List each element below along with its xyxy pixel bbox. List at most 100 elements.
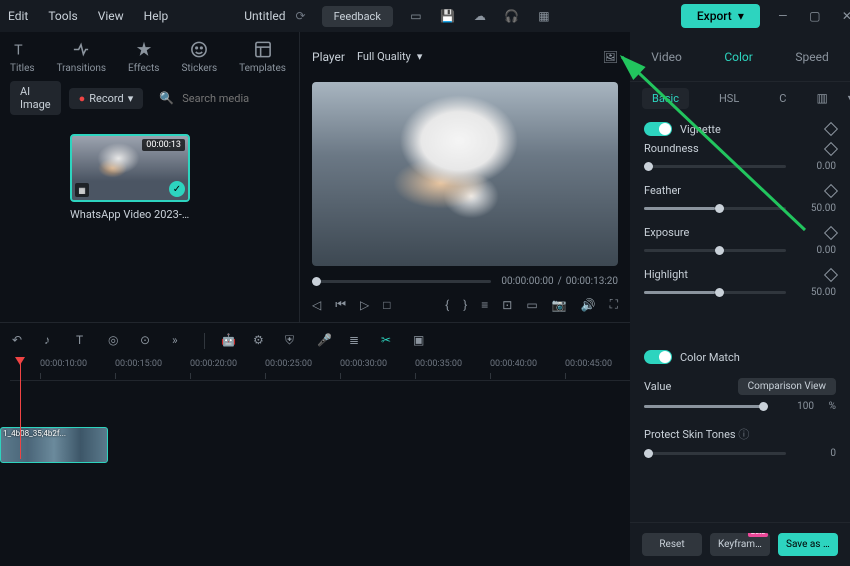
- roundness-value: 0.00: [796, 161, 836, 172]
- tab-templates[interactable]: Templates: [239, 40, 286, 74]
- ai-icon[interactable]: 🤖: [221, 333, 237, 349]
- text-icon[interactable]: T: [76, 333, 92, 349]
- check-icon: ✓: [169, 181, 185, 197]
- stop-icon[interactable]: □: [383, 298, 390, 312]
- comparison-view-button[interactable]: Comparison View: [738, 378, 836, 395]
- mic-icon[interactable]: 🎤: [317, 333, 333, 349]
- compare-icon[interactable]: ▥: [816, 91, 827, 105]
- keyframe-diamond[interactable]: [824, 183, 838, 197]
- quality-select[interactable]: Full Quality▾: [357, 50, 422, 63]
- grid-icon[interactable]: ▦: [535, 7, 553, 25]
- menu-edit[interactable]: Edit: [8, 9, 28, 23]
- feedback-button[interactable]: Feedback: [322, 6, 393, 27]
- record-button[interactable]: ●Record▾: [69, 88, 144, 109]
- tab-transitions[interactable]: Transitions: [57, 40, 106, 74]
- playhead[interactable]: [20, 359, 21, 459]
- track-icon[interactable]: ≣: [349, 333, 365, 349]
- protect-slider[interactable]: [644, 452, 786, 455]
- value-slider[interactable]: [644, 405, 764, 408]
- undo-icon[interactable]: ↶: [12, 333, 28, 349]
- media-item[interactable]: 00:00:13 ▦ ✓ WhatsApp Video 2023-10-05..…: [70, 134, 190, 221]
- minimize-icon[interactable]: —: [774, 7, 792, 25]
- export-button[interactable]: Export▾: [681, 4, 760, 28]
- ai-image-button[interactable]: AI Image: [10, 81, 61, 115]
- vignette-label: Vignette: [680, 123, 721, 136]
- step-back-icon[interactable]: ⏮: [335, 297, 346, 312]
- crop-icon[interactable]: ⊡: [502, 298, 512, 312]
- mark-out-icon[interactable]: }: [463, 298, 467, 312]
- media-type-icon: ▦: [75, 183, 89, 197]
- close-icon[interactable]: ✕: [838, 7, 850, 25]
- video-preview[interactable]: [312, 82, 618, 266]
- reset-button[interactable]: Reset: [642, 533, 702, 556]
- roundness-slider[interactable]: [644, 165, 786, 168]
- exposure-slider[interactable]: [644, 249, 786, 252]
- more-icon[interactable]: »: [172, 333, 188, 349]
- preview-panel: Player Full Quality▾ 🖼 00:00:00:00 / 00:…: [300, 32, 630, 322]
- adjust-icon[interactable]: ⚙: [253, 333, 269, 349]
- media-panel: TTitles Transitions Effects Stickers Tem…: [0, 32, 300, 322]
- keyframe-diamond[interactable]: [824, 225, 838, 239]
- timeline-clip[interactable]: 1_4b08_35;4b2f...: [0, 427, 108, 463]
- mark-in-icon[interactable]: {: [445, 298, 449, 312]
- search-icon: 🔍: [159, 91, 174, 105]
- group-icon[interactable]: ▣: [413, 333, 429, 349]
- current-time: 00:00:00:00: [501, 276, 553, 287]
- keyframe-diamond[interactable]: [824, 267, 838, 281]
- music-icon[interactable]: ♪: [44, 333, 60, 349]
- exposure-value: 0.00: [796, 245, 836, 256]
- subtab-basic[interactable]: Basic: [642, 88, 689, 109]
- speed-icon[interactable]: ⊙: [140, 333, 156, 349]
- chevron-down-icon: ▾: [128, 92, 134, 105]
- sync-icon[interactable]: ⟳: [296, 9, 306, 23]
- info-icon[interactable]: ⓘ: [738, 428, 749, 441]
- subtab-hsl[interactable]: HSL: [709, 88, 749, 109]
- subtab-c[interactable]: C: [769, 88, 796, 109]
- protect-value: 0: [796, 448, 836, 459]
- save-icon[interactable]: 💾: [439, 7, 457, 25]
- highlight-slider[interactable]: [644, 291, 786, 294]
- maximize-icon[interactable]: ▢: [806, 7, 824, 25]
- snapshot-icon[interactable]: 🖼: [603, 50, 618, 64]
- shield-icon[interactable]: ⛨: [285, 333, 301, 349]
- menu-tools[interactable]: Tools: [48, 9, 77, 23]
- prev-icon[interactable]: ◁: [312, 298, 321, 312]
- feather-slider[interactable]: [644, 207, 786, 210]
- properties-panel: Video Color Speed Basic HSL C ▥ ▾ Vignet…: [630, 32, 850, 322]
- value-number: 100: [774, 401, 814, 412]
- feather-value: 50.00: [796, 203, 836, 214]
- display-icon[interactable]: ▭: [526, 298, 537, 312]
- top-menu-bar: Edit Tools View Help Untitled ⟳ Feedback…: [0, 0, 850, 32]
- fullscreen-icon[interactable]: ⛶: [610, 297, 618, 312]
- headphones-icon[interactable]: 🎧: [503, 7, 521, 25]
- tab-speed[interactable]: Speed: [795, 50, 828, 64]
- tab-effects[interactable]: Effects: [128, 40, 159, 74]
- media-duration: 00:00:13: [142, 139, 185, 151]
- tab-titles[interactable]: TTitles: [10, 40, 35, 74]
- marker-icon[interactable]: ◎: [108, 333, 124, 349]
- play-icon[interactable]: ▷: [360, 298, 369, 312]
- properties-panel-lower: Color Match ValueComparison View 100% Pr…: [630, 322, 850, 566]
- player-label: Player: [312, 50, 345, 64]
- total-time: 00:00:13:20: [566, 276, 618, 287]
- camera-icon[interactable]: 📷: [552, 298, 567, 312]
- colormatch-toggle[interactable]: [644, 350, 672, 364]
- list-icon[interactable]: ≡: [481, 298, 488, 312]
- vignette-toggle[interactable]: [644, 122, 672, 136]
- keyframe-diamond[interactable]: [824, 141, 838, 155]
- exposure-label: Exposure: [644, 226, 689, 239]
- save-custom-button[interactable]: Save as cu...: [778, 533, 838, 556]
- keyframe-panel-button[interactable]: BetaKeyframe P...: [710, 533, 770, 556]
- volume-icon[interactable]: 🔊: [581, 298, 596, 312]
- menu-help[interactable]: Help: [144, 9, 169, 23]
- menu-view[interactable]: View: [98, 9, 124, 23]
- split-icon[interactable]: ✂: [381, 333, 397, 349]
- tab-color[interactable]: Color: [724, 50, 752, 64]
- keyframe-diamond[interactable]: [824, 122, 838, 136]
- tab-stickers[interactable]: Stickers: [181, 40, 217, 74]
- svg-text:T: T: [14, 42, 23, 58]
- tab-video[interactable]: Video: [651, 50, 682, 64]
- device-icon[interactable]: ▭: [407, 7, 425, 25]
- playback-progress[interactable]: [312, 280, 491, 283]
- cloud-icon[interactable]: ☁: [471, 7, 489, 25]
